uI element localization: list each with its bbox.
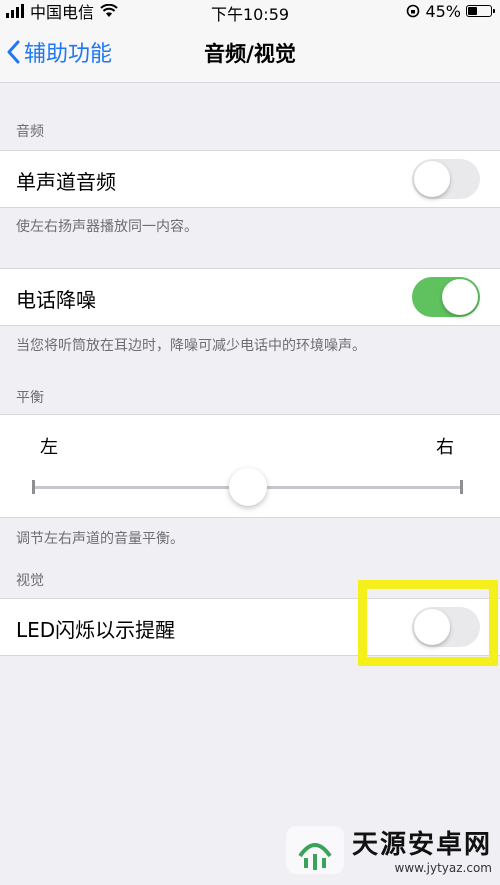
cell-balance: 左 右 [0,414,500,518]
watermark-title: 天源安卓网 [351,830,492,860]
slider-right-tick [460,480,463,494]
led-flash-label: LED闪烁以示提醒 [16,618,176,642]
balance-left-label: 左 [40,437,58,458]
android-logo-icon [285,825,344,874]
watermark: 天源安卓网 www.jytyaz.com [285,824,493,875]
navigation-bar: 辅助功能 音频/视觉 [0,22,500,83]
battery-fill [468,7,477,15]
toggle-knob [414,161,450,197]
balance-slider-thumb[interactable] [229,468,267,506]
noise-cancellation-note: 当您将听筒放在耳边时，降噪可减少电话中的环境噪声。 [16,338,366,354]
section-header-visual: 视觉 [16,573,44,589]
cell-phone-noise-cancellation: 电话降噪 [0,268,500,326]
battery-icon [466,5,495,17]
cell-mono-audio: 单声道音频 [0,150,500,208]
watermark-url: www.jytyaz.com [394,861,493,875]
balance-right-label: 右 [436,437,454,458]
noise-cancellation-label: 电话降噪 [16,288,96,312]
mono-audio-note: 使左右扬声器播放同一内容。 [16,219,198,235]
battery-percent: 45% [425,1,461,21]
mono-audio-toggle[interactable] [412,159,480,199]
mono-audio-label: 单声道音频 [16,170,116,194]
noise-cancellation-toggle[interactable] [412,277,480,317]
orientation-lock-icon [407,4,420,18]
status-bar: 中国电信 下午10:59 45% [0,0,500,24]
balance-note: 调节左右声道的音量平衡。 [16,531,184,547]
section-header-balance: 平衡 [16,390,44,406]
status-right: 45% [406,0,495,22]
section-header-audio: 音频 [16,124,44,140]
toggle-knob [442,279,478,315]
slider-left-tick [32,480,35,494]
page-title: 音频/视觉 [204,42,296,66]
highlight-annotation-box [358,580,498,666]
